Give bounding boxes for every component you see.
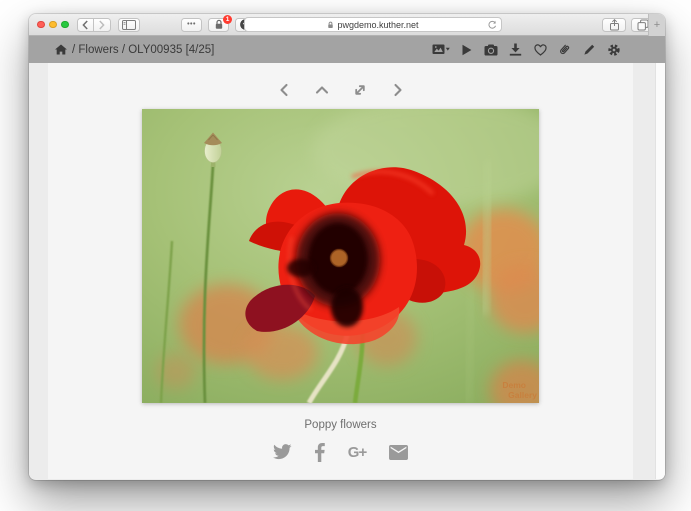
- chevron-left-icon: [278, 83, 290, 97]
- gallery-toolbar: / Flowers / OLY00935 [4/25]: [29, 36, 665, 63]
- extension-badge: 1: [223, 15, 232, 24]
- gear-icon: [607, 43, 621, 57]
- photo-action-icons: [432, 43, 622, 57]
- envelope-icon: [389, 445, 408, 460]
- browser-window: ••• 1: [29, 14, 665, 480]
- paperclip-icon: [558, 43, 571, 56]
- minimize-button[interactable]: [49, 21, 57, 29]
- extension-ellipsis-button[interactable]: •••: [181, 18, 202, 32]
- sidebar-button[interactable]: [118, 18, 140, 32]
- permalink-button[interactable]: [558, 43, 571, 56]
- sidebar-icon: [122, 20, 136, 30]
- chevron-up-icon: [315, 84, 329, 96]
- pencil-icon: [583, 43, 596, 56]
- padlock-icon: [327, 21, 334, 29]
- chevron-right-icon: [97, 20, 106, 30]
- content-container: Demo Gallery Poppy flowers: [48, 63, 633, 479]
- camera-icon: [484, 44, 498, 56]
- metadata-button[interactable]: [484, 44, 498, 56]
- new-tab-button[interactable]: +: [648, 14, 665, 36]
- ellipsis-icon: •••: [187, 21, 196, 28]
- share-googleplus-button[interactable]: G+: [348, 442, 366, 462]
- twitter-icon: [273, 444, 292, 460]
- settings-button[interactable]: [607, 43, 621, 57]
- share-button[interactable]: [602, 18, 626, 32]
- breadcrumb-text: / Flowers / OLY00935 [4/25]: [72, 44, 214, 56]
- traffic-lights: [37, 21, 69, 29]
- plus-icon: +: [654, 19, 660, 31]
- facebook-icon: [315, 443, 325, 462]
- forward-button[interactable]: [94, 18, 111, 32]
- url-bar[interactable]: pwgdemo.kuther.net: [244, 17, 502, 32]
- album-up-button[interactable]: [315, 83, 329, 97]
- photo-caption: Poppy flowers: [48, 419, 633, 431]
- share-icon: [609, 19, 620, 31]
- favorite-button[interactable]: [534, 44, 547, 56]
- slideshow-button[interactable]: [461, 44, 472, 56]
- fullscreen-button[interactable]: [353, 83, 367, 97]
- extension-password-button[interactable]: 1: [208, 18, 229, 32]
- screenshot-stage: ••• 1: [0, 0, 691, 511]
- play-icon: [461, 44, 472, 56]
- photo-sizes-button[interactable]: [432, 43, 450, 56]
- page-content: Demo Gallery Poppy flowers: [29, 63, 665, 479]
- previous-photo-button[interactable]: [277, 83, 291, 97]
- photo-navigation: [48, 63, 633, 97]
- share-twitter-button[interactable]: [273, 442, 292, 462]
- reload-icon: [487, 20, 497, 30]
- home-icon: [55, 44, 67, 55]
- back-button[interactable]: [77, 18, 94, 32]
- heart-icon: [534, 44, 547, 56]
- url-text: pwgdemo.kuther.net: [337, 20, 418, 30]
- breadcrumb[interactable]: / Flowers / OLY00935 [4/25]: [55, 44, 214, 56]
- page-scrollbar[interactable]: [655, 63, 665, 479]
- googleplus-icon: G+: [348, 444, 366, 461]
- share-facebook-button[interactable]: [315, 442, 325, 462]
- download-button[interactable]: [509, 43, 522, 56]
- chevron-right-icon: [392, 83, 404, 97]
- main-photo[interactable]: Demo Gallery: [142, 109, 539, 403]
- share-email-button[interactable]: [389, 442, 408, 462]
- photo-sizes-icon: [432, 43, 450, 56]
- next-photo-button[interactable]: [391, 83, 405, 97]
- share-row: G+: [48, 442, 633, 462]
- edit-button[interactable]: [583, 43, 596, 56]
- browser-chrome: ••• 1: [29, 14, 665, 36]
- close-button[interactable]: [37, 21, 45, 29]
- watermark-line2: Gallery: [508, 390, 537, 400]
- lock-icon: [214, 19, 224, 30]
- zoom-button[interactable]: [61, 21, 69, 29]
- chevron-left-icon: [81, 20, 90, 30]
- history-nav: [77, 18, 111, 32]
- reload-button[interactable]: [487, 20, 497, 32]
- watermark-line1: Demo: [502, 380, 526, 390]
- download-icon: [509, 43, 522, 56]
- resize-diagonal-icon: [353, 83, 367, 97]
- poppy-photo-image: Demo Gallery: [142, 109, 539, 403]
